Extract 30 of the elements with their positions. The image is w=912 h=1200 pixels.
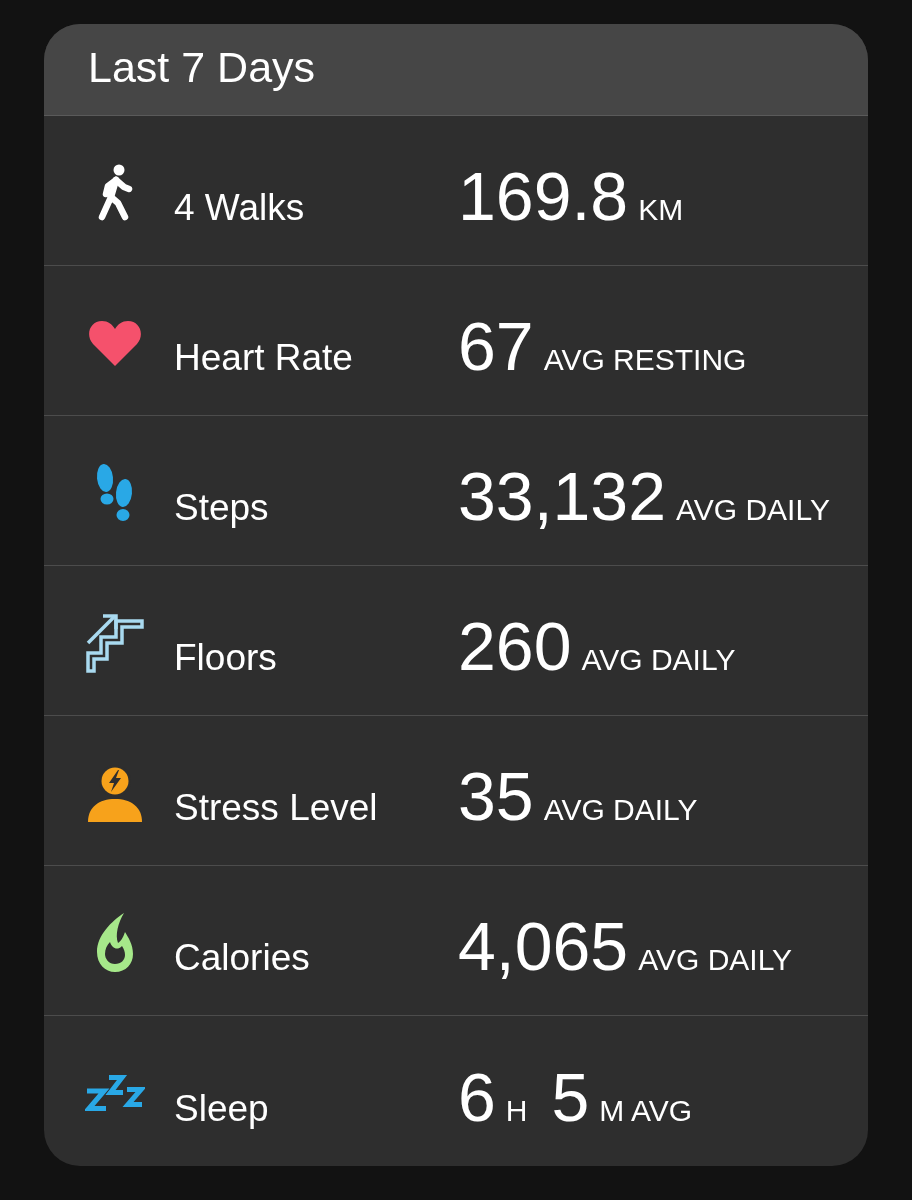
stat-value: 5 [551,1059,590,1135]
stat-label: 4 Walks [174,187,306,230]
stat-unit: AVG RESTING [543,343,747,378]
stat-label: Stress Level [174,787,379,830]
stat-unit: KM [638,193,684,228]
stat-unit: AVG DAILY [581,643,736,678]
stat-label: Floors [174,637,278,680]
heart-icon [87,319,143,366]
card-title: Last 7 Days [88,43,316,93]
stat-value: 33,132 [458,459,666,534]
footprints-icon [95,462,135,523]
stat-label: Sleep [174,1087,270,1131]
sleep-icon [85,1073,145,1113]
stat-unit: AVG DAILY [638,943,793,978]
stairs-icon [85,612,145,673]
stat-unit: AVG DAILY [676,493,830,528]
stat-unit: H [505,1093,528,1129]
stat-value: 260 [458,609,572,684]
flame-icon [94,912,136,973]
stat-label: Heart Rate [174,337,354,380]
stat-value: 169.8 [458,159,629,234]
stat-value: 67 [458,309,534,384]
stat-value: 6 [458,1059,496,1135]
stat-value: 4,065 [458,909,629,984]
stat-label: Steps [174,487,270,530]
stat-unit: M AVG [599,1093,693,1129]
stat-unit: AVG DAILY [543,793,698,828]
stat-value: 35 [458,759,534,834]
walking-person-icon [97,163,133,222]
stat-label: Calories [174,937,311,980]
